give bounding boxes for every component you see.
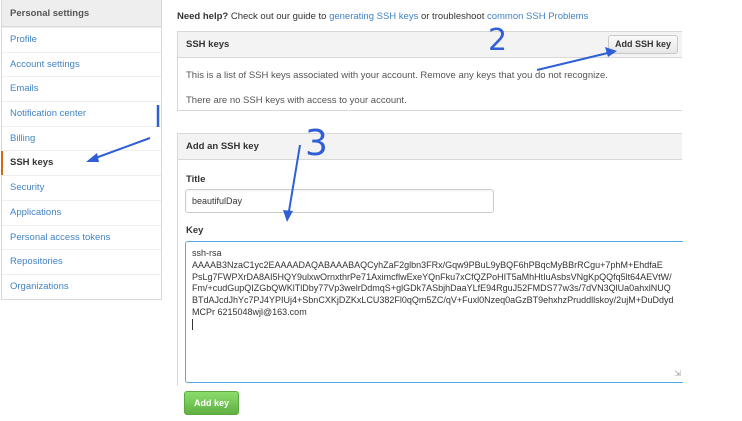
help-text-part: or troubleshoot bbox=[418, 11, 487, 22]
key-line: BTdAJcdJhYc7PJ4YPIUj4+SbnCXKjDZKxLCU382F… bbox=[192, 295, 674, 306]
title-input[interactable]: beautifulDay bbox=[185, 189, 494, 213]
help-text-part: Check out our guide to bbox=[228, 11, 330, 22]
sidebar-item-repositories[interactable]: Repositories bbox=[2, 249, 161, 274]
ssh-keys-description: This is a list of SSH keys associated wi… bbox=[186, 70, 608, 81]
settings-sidebar: Personal settings Profile Account settin… bbox=[1, 0, 162, 300]
sidebar-item-personal-access-tokens[interactable]: Personal access tokens bbox=[2, 224, 161, 250]
key-line: PsLg7FWPXrDA8AI5HQY9ulxwOrnxthrPe71Aximc… bbox=[192, 271, 672, 282]
text-caret bbox=[192, 318, 193, 330]
sidebar-header: Personal settings bbox=[2, 0, 161, 27]
annotation-marker-2: 2 bbox=[488, 23, 508, 58]
sidebar-item-emails[interactable]: Emails bbox=[2, 76, 161, 101]
add-ssh-key-button[interactable]: Add SSH key bbox=[607, 35, 678, 54]
ssh-keys-header: SSH keys Add SSH key bbox=[178, 32, 682, 58]
sidebar-item-billing[interactable]: Billing bbox=[2, 125, 161, 151]
add-key-submit-button[interactable]: Add key bbox=[184, 391, 239, 415]
sidebar-item-profile[interactable]: Profile bbox=[2, 27, 161, 52]
key-textarea[interactable]: ssh-rsa AAAAB3NzaC1yc2EAAAADAQABAAABAQCy… bbox=[185, 241, 683, 383]
key-line: AAAAB3NzaC1yc2EAAAADAQABAAABAQCyhZaF2glb… bbox=[192, 259, 663, 270]
sidebar-item-account-settings[interactable]: Account settings bbox=[2, 51, 161, 77]
sidebar-item-notification-center[interactable]: Notification center bbox=[2, 101, 161, 126]
ssh-keys-empty-message: There are no SSH keys with access to you… bbox=[186, 95, 407, 106]
key-line: ssh-rsa bbox=[192, 248, 222, 258]
resize-grip-icon[interactable]: ⇲ bbox=[674, 368, 681, 380]
add-ssh-key-header: Add an SSH key bbox=[178, 134, 682, 160]
sidebar-item-organizations[interactable]: Organizations bbox=[2, 273, 161, 299]
key-line: MCPr 6215048wjl@163.com bbox=[192, 306, 307, 317]
generating-ssh-keys-link[interactable]: generating SSH keys bbox=[329, 11, 418, 22]
add-ssh-key-panel: Add an SSH key Title beautifulDay Key ss… bbox=[177, 133, 683, 386]
annotation-marker-3: 3 bbox=[305, 123, 328, 164]
ssh-keys-panel: SSH keys Add SSH key This is a list of S… bbox=[177, 31, 682, 111]
key-line: Fm/+cudGupQIZGbQWKlTlDby77Vp3welrDdmqS+g… bbox=[192, 283, 671, 294]
title-label: Title bbox=[186, 174, 206, 185]
sidebar-item-security[interactable]: Security bbox=[2, 175, 161, 200]
key-label: Key bbox=[186, 225, 204, 236]
common-ssh-problems-link[interactable]: common SSH Problems bbox=[487, 11, 588, 22]
help-lead: Need help? bbox=[177, 11, 229, 22]
help-text: Need help? Check out our guide to genera… bbox=[177, 11, 588, 22]
sidebar-item-ssh-keys[interactable]: SSH keys bbox=[1, 150, 161, 176]
sidebar-item-applications[interactable]: Applications bbox=[2, 199, 161, 225]
ssh-keys-title: SSH keys bbox=[186, 39, 230, 50]
